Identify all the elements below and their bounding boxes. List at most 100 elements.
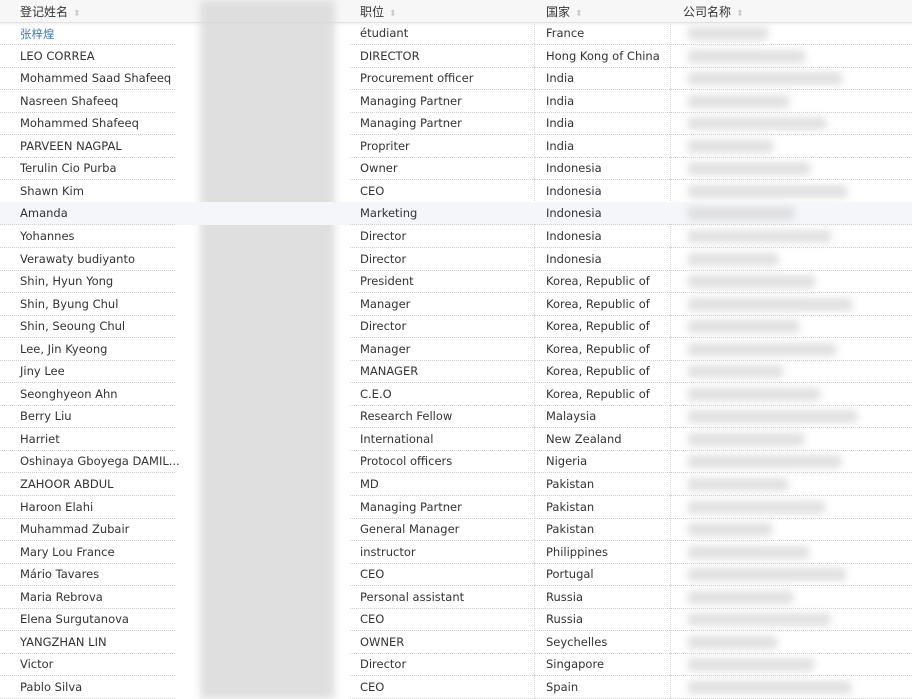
table-row[interactable]: PARVEEN NAGPAL Propriter India [0,135,912,158]
redacted-company [688,658,814,672]
cell-name: Lee, Jin Kyeong [20,341,108,356]
cell-country: Indonesia [546,161,602,176]
cell-name: Victor [20,657,54,672]
table-row[interactable]: Victor Director Singapore [0,653,912,677]
redacted-company [688,545,809,559]
table-row[interactable]: Amanda Marketing Indonesia [0,202,912,226]
cell-name: Shin, Hyun Yong [20,274,114,289]
redacted-company [688,252,778,266]
table-row[interactable]: Jiny Lee MANAGER Korea, Republic of [0,360,912,384]
table-row[interactable]: Verawaty budiyanto Director Indonesia [0,248,912,271]
table-row[interactable]: Oshinaya Gboyega DAMIL... Protocol office… [0,450,912,474]
table-row[interactable]: Shin, Hyun Yong President Korea, Republic … [0,270,912,294]
cell-country: Philippines [546,544,608,559]
redacted-company [688,523,772,537]
redacted-company [688,184,847,198]
table-row[interactable]: Haroon Elahi Managing Partner Pakistan [0,496,912,519]
table-row[interactable]: LEO CORREA DIRECTOR Hong Kong of China [0,45,912,68]
cell-name: Elena Surgutanova [20,612,129,627]
table-row[interactable]: Yohannes Director Indonesia [0,225,912,248]
redacted-company [688,613,830,627]
table-row[interactable]: Lee, Jin Kyeong Manager Korea, Republic of [0,338,912,361]
column-header-title[interactable]: 职位 ⬍ [360,3,397,20]
column-header-company[interactable]: 公司名称 ⬍ [683,3,744,20]
cell-title: DIRECTOR [360,48,420,63]
table-row[interactable]: Shin, Seoung Chul Director Korea, Republic… [0,315,912,339]
table-row[interactable]: Mário Tavares CEO Portugal [0,563,912,587]
table-row[interactable]: Harriet International New Zealand [0,428,912,451]
cell-country: Korea, Republic of [546,319,650,334]
table-row[interactable]: Elena Surgutanova CEO Russia [0,608,912,632]
redacted-company [688,410,857,424]
cell-country: India [546,71,575,86]
table-row[interactable]: Mary Lou France instructor Philippines [0,541,912,564]
cell-name[interactable]: 张梓煌 [20,26,55,42]
cell-name: Verawaty budiyanto [20,251,136,266]
cell-country: Russia [546,612,583,627]
cell-name: Nasreen Shafeeq [20,93,119,108]
redacted-company [688,72,842,86]
cell-title: Manager [360,341,411,356]
cell-name: Jiny Lee [20,364,65,379]
cell-title: Director [360,319,407,334]
table-row[interactable]: Maria Rebrova Personal assistant Russia [0,586,912,609]
table-row[interactable]: Terulin Cio Purba Owner Indonesia [0,157,912,181]
table-row[interactable]: Pablo Silva CEO Spain [0,676,912,699]
table-row[interactable]: Berry Liu Research Fellow Malaysia [0,405,912,429]
cell-title: CEO [360,679,385,694]
cell-country: Pakistan [546,499,595,514]
cell-country: Hong Kong of China [546,48,660,63]
table-row[interactable]: Seonghyeon Ahn C.E.O Korea, Republic of [0,383,912,406]
cell-title: Managing Partner [360,93,462,108]
cell-name: Oshinaya Gboyega DAMIL... [20,454,180,469]
sort-icon[interactable]: ⬍ [389,9,397,19]
column-header-name[interactable]: 登记姓名 ⬍ [20,3,81,20]
redacted-company [688,207,794,221]
cell-title: instructor [360,544,416,559]
sort-icon[interactable]: ⬍ [575,9,583,19]
cell-name: Maria Rebrova [20,589,103,604]
cell-country: Indonesia [546,183,602,198]
table-row[interactable]: Muhammad Zubair General Manager Pakistan [0,518,912,542]
cell-country: Indonesia [546,251,602,266]
column-header-country[interactable]: 国家 ⬍ [546,3,583,20]
cell-title: Director [360,657,407,672]
cell-title: CEO [360,567,385,582]
cell-country: Singapore [546,657,605,672]
cell-country: Malaysia [546,409,597,424]
cell-country: Spain [546,679,579,694]
table-row[interactable]: 张梓煌 étudiant France [0,22,912,45]
cell-title: President [360,274,414,289]
redacted-company [688,342,836,356]
redacted-company [688,568,846,582]
table-row[interactable]: Mohammed Saad Shafeeq Procurement officer… [0,67,912,91]
cell-country: Nigeria [546,454,588,469]
cell-name: Mary Lou France [20,544,115,559]
table-row[interactable]: YANGZHAN LIN OWNER Seychelles [0,631,912,654]
redacted-company [688,139,773,153]
table-row[interactable]: Shawn Kim CEO Indonesia [0,180,912,203]
redacted-company [688,320,799,334]
cell-name: ZAHOOR ABDUL [20,477,114,491]
cell-name: Pablo Silva [20,679,83,694]
cell-title: Propriter [360,138,410,153]
cell-country: India [546,116,575,131]
table-row[interactable]: ZAHOOR ABDUL MD Pakistan [0,473,912,496]
cell-title: Director [360,228,407,243]
sort-icon[interactable]: ⬍ [736,9,744,19]
redacted-company [688,117,826,131]
cell-name: Shawn Kim [20,183,84,198]
cell-country: Portugal [546,567,594,582]
cell-country: Korea, Republic of [546,296,650,311]
cell-name: Yohannes [20,228,75,243]
cell-title: International [360,431,434,446]
table-row[interactable]: Mohammed Shafeeq Managing Partner India [0,112,912,136]
table-row[interactable]: Nasreen Shafeeq Managing Partner India [0,90,912,113]
cell-name: LEO CORREA [20,48,95,63]
table-row[interactable]: Shin, Byung Chul Manager Korea, Republic o… [0,293,912,316]
sort-icon[interactable]: ⬍ [73,9,81,19]
cell-title: MANAGER [360,364,419,379]
cell-name: Berry Liu [20,409,72,424]
cell-country: Korea, Republic of [546,341,650,356]
cell-name: Mohammed Shafeeq [20,116,139,131]
